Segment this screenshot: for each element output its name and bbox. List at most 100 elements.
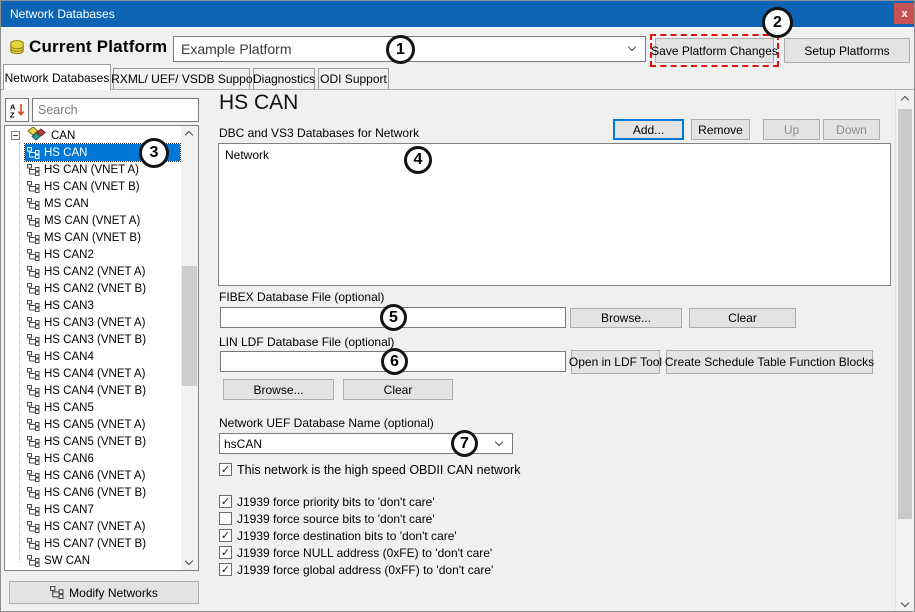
up-button[interactable]: Up [763, 119, 820, 140]
tree-item-content[interactable]: HS CAN4 (VNET A) [25, 365, 180, 382]
tree-item-content[interactable]: HS CAN5 (VNET B) [25, 433, 180, 450]
network-node-icon [27, 249, 40, 261]
tab-odi-support[interactable]: ODI Support [318, 68, 389, 89]
tree-item-label: HS CAN6 (VNET A) [44, 470, 145, 482]
tree-item-content[interactable]: MS CAN (VNET A) [25, 212, 180, 229]
tree-item-content[interactable]: HS CAN2 [25, 246, 180, 263]
tree-scrollbar-thumb[interactable] [182, 266, 197, 386]
j1939-checkbox[interactable] [219, 529, 232, 542]
close-button[interactable]: x [894, 3, 915, 24]
network-node-icon [27, 266, 40, 278]
tree-item-content[interactable]: HS CAN3 [25, 297, 180, 314]
main-scrollbar-thumb[interactable] [898, 109, 912, 519]
j1939-checkbox-row: J1939 force priority bits to 'don't care… [219, 494, 435, 509]
tree-item: HS CAN5 [5, 399, 180, 416]
main-scrollbar[interactable] [895, 90, 914, 612]
tree-item-label: HS CAN3 (VNET A) [44, 317, 145, 329]
setup-platforms-button[interactable]: Setup Platforms [784, 38, 910, 63]
network-node-icon [27, 487, 40, 499]
annotation-7: 7 [451, 430, 478, 457]
tree-item-content[interactable]: HS CAN2 (VNET A) [25, 263, 180, 280]
tree-item-label: HS CAN2 (VNET B) [44, 283, 146, 295]
obdii-checkbox-row: This network is the high speed OBDII CAN… [219, 462, 520, 477]
tree-item: MS CAN (VNET A) [5, 212, 180, 229]
fibex-browse-button[interactable]: Browse... [570, 308, 682, 328]
j1939-checkbox[interactable] [219, 546, 232, 559]
sort-az-button[interactable]: A Z [5, 98, 29, 122]
tab-diagnostics[interactable]: Diagnostics [253, 68, 315, 89]
tree-item-label: HS CAN [44, 147, 87, 159]
modify-networks-button[interactable]: Modify Networks [9, 581, 199, 604]
page-title: HS CAN [219, 91, 298, 115]
j1939-checkbox-label: J1939 force source bits to 'don't care' [237, 512, 435, 526]
network-node-icon [27, 232, 40, 244]
tree-item-content[interactable]: HS CAN3 (VNET B) [25, 331, 180, 348]
tree-item-content[interactable]: HS CAN3 (VNET A) [25, 314, 180, 331]
search-input[interactable] [32, 98, 199, 122]
j1939-checkbox[interactable] [219, 495, 232, 508]
open-in-ldf-tool-button[interactable]: Open in LDF Tool [571, 350, 660, 374]
tree-item-content[interactable]: HS CAN7 [25, 501, 180, 518]
tree-item: HS CAN2 (VNET B) [5, 280, 180, 297]
network-node-icon [27, 504, 40, 516]
tree-item-content[interactable]: HS CAN6 (VNET B) [25, 484, 180, 501]
j1939-checkbox[interactable] [219, 512, 232, 525]
network-node-icon [27, 317, 40, 329]
network-column-header: Network [225, 148, 269, 162]
tree-item-content[interactable]: HS CAN5 (VNET A) [25, 416, 180, 433]
add-button[interactable]: Add... [613, 119, 684, 140]
tree-item: HS CAN2 [5, 246, 180, 263]
tree-item-content[interactable]: MS CAN (VNET B) [25, 229, 180, 246]
tree-item: HS CAN6 (VNET A) [5, 467, 180, 484]
network-node-icon [27, 368, 40, 380]
tab-network-databases[interactable]: Network Databases [3, 64, 111, 90]
tree-item-content[interactable]: SW CAN [25, 552, 180, 569]
network-tree[interactable]: CAN HS CANHS CAN (VNET A)HS CAN (VNET B)… [4, 125, 199, 571]
network-node-icon [27, 300, 40, 312]
save-platform-changes-button[interactable]: Save Platform Changes [655, 38, 774, 63]
tab-arxml-uef-vsdb-support[interactable]: ARXML/ UEF/ VSDB Support [113, 68, 250, 89]
network-node-icon [27, 453, 40, 465]
tree-item-content[interactable]: HS CAN2 (VNET B) [25, 280, 180, 297]
tree-item-content[interactable]: HS CAN7 (VNET B) [25, 535, 180, 552]
collapse-minus-icon[interactable] [11, 131, 20, 140]
annotation-4: 4 [404, 146, 432, 174]
tree-item-content[interactable]: HS CAN (VNET B) [25, 178, 180, 195]
ldf-browse-button[interactable]: Browse... [223, 379, 334, 400]
ldf-label: LIN LDF Database File (optional) [219, 335, 394, 349]
chevron-down-icon [495, 437, 503, 445]
window-title: Network Databases [10, 1, 115, 27]
annotation-1: 1 [386, 35, 415, 64]
tree-item: HS CAN3 [5, 297, 180, 314]
tree-item: MS CAN [5, 195, 180, 212]
tree-item-content[interactable]: MS CAN [25, 195, 180, 212]
obdii-checkbox[interactable] [219, 463, 232, 476]
j1939-checkbox[interactable] [219, 563, 232, 576]
tree-item-label: HS CAN7 [44, 504, 94, 516]
scroll-up-icon[interactable] [185, 131, 193, 139]
network-category-icon [27, 127, 48, 144]
remove-button[interactable]: Remove [691, 119, 750, 140]
ldf-clear-button[interactable]: Clear [343, 379, 453, 400]
tree-item-content[interactable]: HS CAN4 [25, 348, 180, 365]
down-button[interactable]: Down [823, 119, 880, 140]
network-node-icon [27, 147, 40, 159]
scroll-up-icon[interactable] [901, 96, 909, 104]
j1939-checkbox-row: J1939 force source bits to 'don't care' [219, 511, 435, 526]
scroll-down-icon[interactable] [185, 557, 193, 565]
fibex-label: FIBEX Database File (optional) [219, 290, 384, 304]
tree-item: HS CAN6 (VNET B) [5, 484, 180, 501]
tree-item-content[interactable]: HS CAN6 [25, 450, 180, 467]
network-node-icon [27, 470, 40, 482]
tree-item-content[interactable]: HS CAN4 (VNET B) [25, 382, 180, 399]
dbc-database-list[interactable]: Network [218, 143, 891, 286]
tree-item-content[interactable]: HS CAN5 [25, 399, 180, 416]
scroll-down-icon[interactable] [901, 599, 909, 607]
network-node-icon [27, 351, 40, 363]
tree-item-content[interactable]: HS CAN6 (VNET A) [25, 467, 180, 484]
tree-item-content[interactable]: HS CAN7 (VNET A) [25, 518, 180, 535]
fibex-clear-button[interactable]: Clear [689, 308, 796, 328]
tree-scrollbar[interactable] [181, 126, 198, 570]
create-schedule-table-button[interactable]: Create Schedule Table Function Blocks [666, 350, 873, 374]
dbc-list-label: DBC and VS3 Databases for Network [219, 126, 419, 140]
